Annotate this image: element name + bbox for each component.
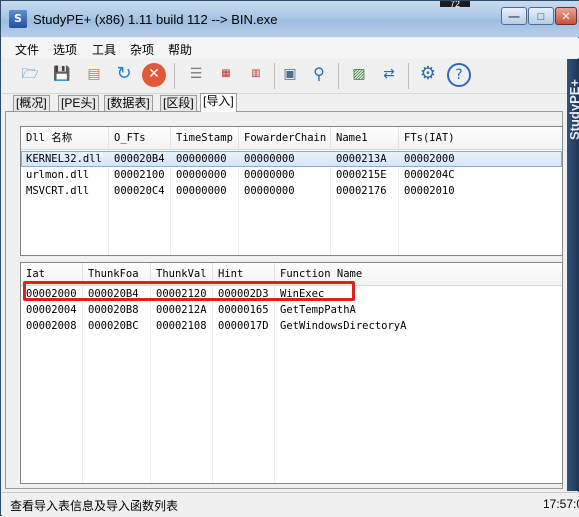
image-icon[interactable]: ▨ bbox=[347, 63, 371, 87]
toolbar-separator bbox=[174, 63, 175, 89]
side-brand-strip: StudyPE+ bbox=[567, 59, 579, 491]
side-brand-text: StudyPE+ bbox=[567, 79, 579, 141]
menu-file[interactable]: 文件 bbox=[15, 41, 39, 58]
name1-cell: 0000215E bbox=[336, 169, 387, 181]
name1-cell: 0000213A bbox=[336, 153, 387, 165]
col-oft[interactable]: O_FTs bbox=[109, 127, 171, 149]
col-dll-name[interactable]: Dll 名称 bbox=[21, 127, 109, 149]
function-row[interactable]: 00002004 000020B8 0000212A 00000165 GetT… bbox=[21, 302, 562, 318]
thunk-foa-cell: 000020B8 bbox=[88, 304, 139, 316]
window-title: StudyPE+ (x86) 1.11 build 112 --> BIN.ex… bbox=[33, 12, 278, 27]
col-fts-iat[interactable]: FTs(IAT) bbox=[399, 127, 562, 149]
calculator-icon[interactable]: ▣ bbox=[278, 63, 302, 87]
status-bar: 查看导入表信息及导入函数列表 17:57:0 bbox=[2, 492, 579, 517]
status-time: 17:57:0 bbox=[543, 497, 579, 511]
forwarder-cell: 00000000 bbox=[244, 153, 295, 165]
minimize-button[interactable]: — bbox=[501, 7, 527, 25]
iat-cell: 00002010 bbox=[404, 185, 455, 197]
database-icon[interactable]: ☰ bbox=[184, 63, 208, 87]
iat-cell: 00002008 bbox=[26, 320, 77, 332]
search-icon[interactable]: ⚲ bbox=[307, 63, 331, 87]
menu-options[interactable]: 选项 bbox=[53, 41, 77, 58]
highlight-annotation-box bbox=[23, 281, 355, 301]
oft-cell: 00002100 bbox=[114, 169, 165, 181]
function-name-cell: GetTempPathA bbox=[280, 304, 356, 316]
open-file-icon[interactable]: 🗁 bbox=[18, 63, 42, 87]
name1-cell: 00002176 bbox=[336, 185, 387, 197]
hint-cell: 00000165 bbox=[218, 304, 269, 316]
iat-cell: 0000204C bbox=[404, 169, 455, 181]
tab-data-tables[interactable]: [数据表] bbox=[104, 95, 153, 111]
toolbar-separator bbox=[274, 63, 275, 89]
title-bar[interactable]: S StudyPE+ (x86) 1.11 build 112 --> BIN.… bbox=[1, 1, 579, 37]
dll-row[interactable]: KERNEL32.dll 000020B4 00000000 00000000 … bbox=[21, 151, 562, 167]
timestamp-cell: 00000000 bbox=[176, 169, 227, 181]
toolbar-separator bbox=[408, 63, 409, 89]
menu-help[interactable]: 帮助 bbox=[168, 41, 192, 58]
toolbar: 🗁 💾 ▤ ↻ ✕ ☰ ▦ ▥ ▣ ⚲ ▨ ⇄ ⚙ ? bbox=[2, 59, 579, 94]
dll-name-cell: KERNEL32.dll bbox=[26, 153, 102, 165]
dll-row[interactable]: urlmon.dll 00002100 00000000 00000000 00… bbox=[21, 167, 562, 183]
forwarder-cell: 00000000 bbox=[244, 169, 295, 181]
hint-cell: 0000017D bbox=[218, 320, 269, 332]
settings-icon[interactable]: ⚙ bbox=[416, 63, 440, 87]
network-icon[interactable]: ⇄ bbox=[377, 63, 401, 87]
menu-tools[interactable]: 工具 bbox=[92, 41, 116, 58]
function-row[interactable]: 00002008 000020BC 00002108 0000017D GetW… bbox=[21, 318, 562, 334]
toolbar-separator bbox=[338, 63, 339, 89]
taskbar-clock-fragment: 72 bbox=[440, 1, 470, 7]
thunk-foa-cell: 000020BC bbox=[88, 320, 139, 332]
function-name-cell: GetWindowsDirectoryA bbox=[280, 320, 407, 332]
dll-name-cell: MSVCRT.dll bbox=[26, 185, 90, 197]
close-file-icon[interactable]: ✕ bbox=[142, 63, 166, 87]
col-forwarder-chain[interactable]: FowarderChain bbox=[239, 127, 331, 149]
iat-cell: 00002000 bbox=[404, 153, 455, 165]
app-window: S StudyPE+ (x86) 1.11 build 112 --> BIN.… bbox=[0, 0, 579, 517]
timestamp-cell: 00000000 bbox=[176, 153, 227, 165]
app-icon: S bbox=[9, 10, 27, 28]
compare-icon[interactable]: ▥ bbox=[244, 63, 268, 87]
refresh-icon[interactable]: ↻ bbox=[112, 63, 136, 87]
tab-strip: [概况] [PE头] [数据表] [区段] [导入] bbox=[2, 93, 579, 112]
save-icon[interactable]: 💾 bbox=[50, 63, 74, 87]
iat-cell: 00002004 bbox=[26, 304, 77, 316]
maximize-button[interactable]: □ bbox=[528, 7, 554, 25]
hex-icon[interactable]: ▦ bbox=[214, 63, 238, 87]
thunk-val-cell: 00002108 bbox=[156, 320, 207, 332]
oft-cell: 000020C4 bbox=[114, 185, 165, 197]
dll-list[interactable]: Dll 名称 O_FTs TimeStamp FowarderChain Nam… bbox=[20, 126, 563, 256]
forwarder-cell: 00000000 bbox=[244, 185, 295, 197]
thunk-val-cell: 0000212A bbox=[156, 304, 207, 316]
menu-bar: 文件 选项 工具 杂项 帮助 bbox=[2, 38, 579, 58]
col-name1[interactable]: Name1 bbox=[331, 127, 399, 149]
view-icon[interactable]: ▤ bbox=[82, 63, 106, 87]
dll-name-cell: urlmon.dll bbox=[26, 169, 90, 181]
col-timestamp[interactable]: TimeStamp bbox=[171, 127, 239, 149]
status-text: 查看导入表信息及导入函数列表 bbox=[10, 499, 179, 513]
tab-sections[interactable]: [区段] bbox=[160, 95, 197, 111]
close-button[interactable]: ✕ bbox=[555, 7, 577, 25]
dll-row[interactable]: MSVCRT.dll 000020C4 00000000 00000000 00… bbox=[21, 183, 562, 199]
tab-pe-header[interactable]: [PE头] bbox=[58, 95, 99, 111]
oft-cell: 000020B4 bbox=[114, 153, 165, 165]
help-icon[interactable]: ? bbox=[447, 63, 471, 87]
dll-list-header: Dll 名称 O_FTs TimeStamp FowarderChain Nam… bbox=[21, 127, 562, 150]
tab-imports[interactable]: [导入] bbox=[200, 93, 237, 112]
menu-misc[interactable]: 杂项 bbox=[130, 41, 154, 58]
timestamp-cell: 00000000 bbox=[176, 185, 227, 197]
tab-overview[interactable]: [概况] bbox=[13, 95, 50, 111]
